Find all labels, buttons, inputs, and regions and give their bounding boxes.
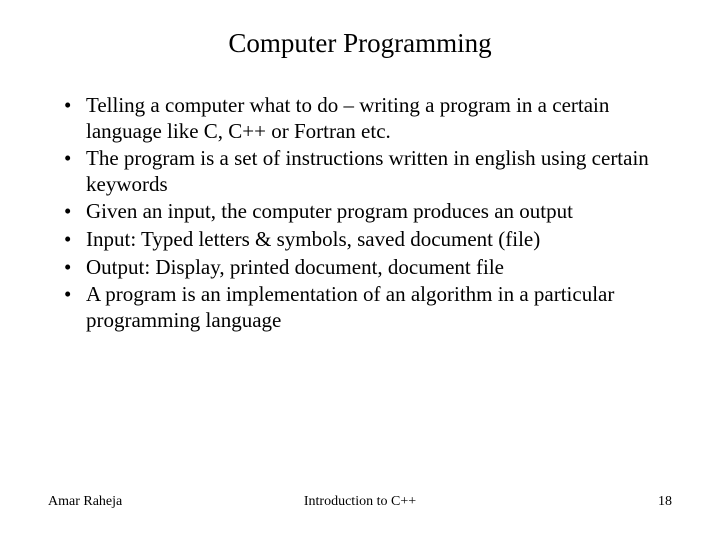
list-item: Telling a computer what to do – writing … [64,93,672,144]
list-item: Given an input, the computer program pro… [64,199,672,225]
list-item: A program is an implementation of an alg… [64,282,672,333]
footer: Amar Raheja Introduction to C++ 18 [48,494,672,510]
list-item: The program is a set of instructions wri… [64,146,672,197]
footer-author: Amar Raheja [48,494,122,510]
footer-center: Introduction to C++ [304,494,416,510]
page-title: Computer Programming [48,28,672,59]
list-item: Output: Display, printed document, docum… [64,255,672,281]
list-item: Input: Typed letters & symbols, saved do… [64,227,672,253]
footer-page-number: 18 [658,494,672,510]
bullet-list: Telling a computer what to do – writing … [48,93,672,333]
